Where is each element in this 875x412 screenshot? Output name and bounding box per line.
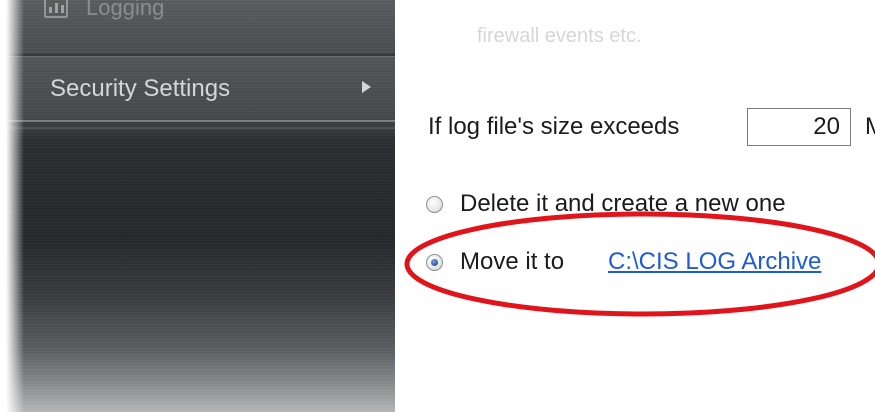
sidebar-divider: [6, 127, 395, 129]
sidebar: Logging Security Settings: [6, 0, 395, 412]
log-size-label: If log file's size exceeds: [428, 113, 680, 140]
delete-option-radio[interactable]: [426, 195, 443, 213]
sidebar-item-logging[interactable]: Logging: [6, 0, 395, 55]
delete-option-label: Delete it and create a new one: [460, 190, 786, 217]
log-settings-panel: firewall events etc. If log file's size …: [395, 0, 875, 412]
description-text: firewall events etc.: [477, 25, 642, 47]
log-size-input[interactable]: [747, 108, 851, 146]
log-size-unit: M: [865, 113, 875, 141]
sidebar-item-security-settings[interactable]: Security Settings: [6, 56, 395, 122]
sidebar-item-label: Security Settings: [50, 75, 231, 102]
bar-chart-icon: [44, 0, 68, 18]
move-option-label: Move it to: [460, 248, 565, 275]
move-option-radio[interactable]: [426, 253, 443, 271]
sidebar-item-label: Logging: [86, 0, 165, 20]
archive-path-link[interactable]: C:\CIS LOG Archive: [608, 248, 821, 276]
chevron-right-icon: [362, 81, 371, 93]
delete-and-create-option[interactable]: Delete it and create a new one: [426, 189, 786, 219]
screenshot-stage: Logging Security Settings firewall event…: [0, 0, 875, 412]
move-to-option[interactable]: Move it to: [426, 247, 564, 277]
